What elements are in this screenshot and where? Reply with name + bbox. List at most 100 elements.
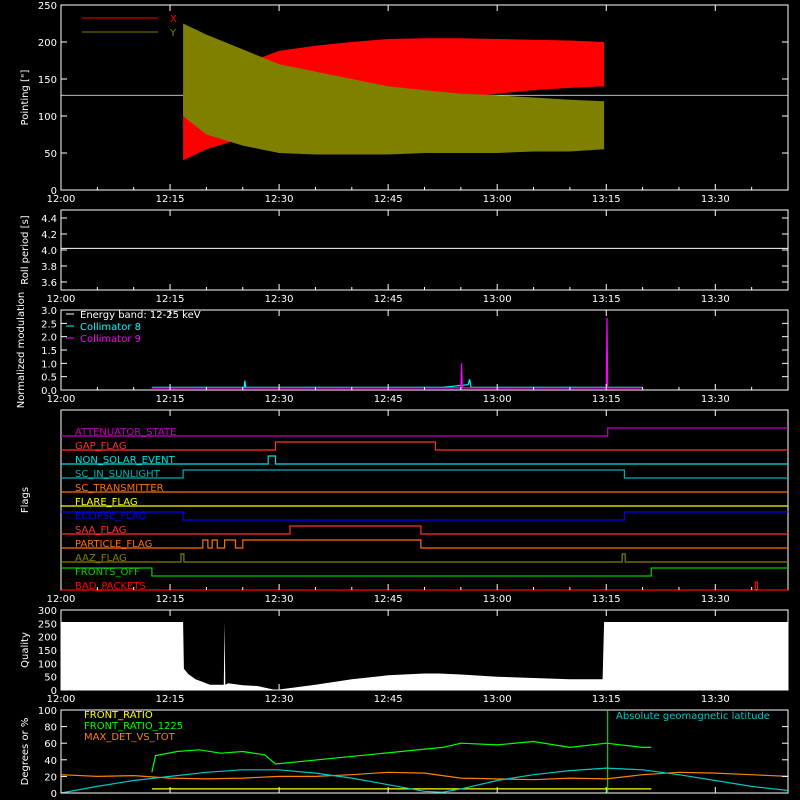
flag-label-flare-flag: FLARE_FLAG [75, 497, 138, 508]
pointing-ytick-label: 150 [38, 75, 57, 86]
degrees-ytick-label: 100 [38, 706, 57, 717]
quality-ylabel: Quality [20, 632, 31, 668]
pointing-ylabel: Pointing ["] [20, 69, 31, 125]
roll-period-ytick-label: 3.8 [41, 262, 57, 273]
legend-label-y: Y [169, 28, 177, 39]
roll-period-xtick-label: 13:15 [592, 294, 621, 305]
modulation-xtick-label: 12:15 [156, 394, 185, 405]
flags-xtick-label: 13:00 [483, 594, 512, 605]
flag-trace-eclipse-flag [61, 511, 788, 521]
pointing-xtick-label: 12:45 [374, 194, 403, 205]
modulation-ytick-label: 1.5 [41, 346, 57, 357]
modulation-xtick-label: 12:30 [265, 394, 294, 405]
degrees-ytick-label: 0 [51, 789, 57, 800]
flag-label-aaz-flag: AAZ_FLAG [75, 553, 127, 564]
flag-trace-fronts-off [61, 567, 788, 577]
modulation-ytick-label: 2.0 [41, 333, 57, 344]
flags-ylabel: Flags [20, 487, 31, 513]
pointing-xtick-label: 13:00 [483, 194, 512, 205]
modulation-ylabel: Normalized modulation [16, 292, 27, 409]
roll-period-xtick-label: 12:15 [156, 294, 185, 305]
modulation-legend-item: Collimator 9 [80, 334, 141, 345]
modulation-frame [60, 309, 789, 391]
roll-period-xtick-label: 12:45 [374, 294, 403, 305]
flag-label-gap-flag: GAP_FLAG [75, 441, 127, 452]
flag-label-sc-transmitter: SC_TRANSMITTER [75, 483, 164, 494]
flag-trace-saa-flag [61, 525, 788, 535]
quality-xtick-label: 12:15 [156, 694, 185, 705]
degrees-series-front-ratio-1225 [151, 740, 652, 773]
pointing-xtick-label: 13:15 [592, 194, 621, 205]
pointing-xtick-label: 12:30 [265, 194, 294, 205]
modulation-legend-item: Energy band: 12-25 keV [80, 310, 201, 321]
flag-label-eclipse-flag: ECLIPSE_FLAG [75, 511, 146, 522]
modulation-xtick-label: 12:00 [47, 394, 76, 405]
roll-period-ylabel: Roll period [s] [20, 215, 31, 284]
quality-xtick-label: 13:30 [701, 694, 730, 705]
quality-ytick-label: 300 [38, 606, 57, 617]
geomag-annotation: Absolute geomagnetic latitude [616, 711, 770, 722]
flag-trace-gap-flag [61, 441, 788, 451]
roll-period-xtick-label: 13:30 [701, 294, 730, 305]
roll-period-frame [60, 209, 789, 291]
quality-xtick-label: 13:15 [592, 694, 621, 705]
quality-xtick-label: 12:30 [265, 694, 294, 705]
flag-label-bad-packets: BAD_PACKETS [75, 581, 146, 592]
degrees-ylabel: Degrees or % [20, 718, 31, 786]
quality-xtick-label: 12:00 [47, 694, 76, 705]
modulation-xtick-label: 13:15 [592, 394, 621, 405]
modulation-xtick-label: 13:00 [483, 394, 512, 405]
modulation-ytick-label: 0.5 [41, 373, 57, 384]
quality-ytick-label: 150 [38, 646, 57, 657]
modulation-ytick-label: 2.5 [41, 319, 57, 330]
flag-label-sc-in-sunlight: SC_IN_SUNLIGHT [75, 469, 161, 480]
modulation-xtick-label: 12:45 [374, 394, 403, 405]
quality-xtick-label: 13:00 [483, 694, 512, 705]
roll-period-ytick-label: 4.2 [41, 230, 57, 241]
flags-xtick-label: 12:30 [265, 594, 294, 605]
quality-area [61, 622, 788, 690]
quality-xtick-label: 12:45 [374, 694, 403, 705]
flags-xtick-label: 13:30 [701, 594, 730, 605]
modulation-series-collimator9 [151, 317, 643, 389]
degrees-ytick-label: 80 [44, 723, 57, 734]
degrees-legend-item: FRONT_RATIO [84, 710, 153, 721]
flag-trace-particle-flag [61, 539, 788, 549]
degrees-legend-item: MAX_DET_VS_TOT [84, 732, 176, 743]
roll-period-xtick-label: 12:00 [47, 294, 76, 305]
flag-trace-sc-in-sunlight [61, 469, 788, 479]
quality-ytick-label: 250 [38, 619, 57, 630]
quality-ytick-label: 100 [38, 659, 57, 670]
pointing-xtick-label: 12:15 [156, 194, 185, 205]
pointing-xtick-label: 12:00 [47, 194, 76, 205]
degrees-ytick-label: 40 [44, 756, 57, 767]
flags-xtick-label: 13:15 [592, 594, 621, 605]
pointing-ytick-label: 100 [38, 112, 57, 123]
flags-xtick-label: 12:15 [156, 594, 185, 605]
modulation-ytick-label: 1.0 [41, 359, 57, 370]
flags-xtick-label: 12:45 [374, 594, 403, 605]
legend-label-x: X [170, 14, 177, 25]
roll-period-ytick-label: 4.0 [41, 246, 57, 257]
degrees-legend-item: FRONT_RATIO_1225 [84, 721, 183, 732]
modulation-legend-item: Collimator 8 [80, 322, 141, 333]
pointing-ytick-label: 200 [38, 38, 57, 49]
pointing-ytick-label: 250 [38, 1, 57, 12]
flag-label-non-solar-event: NON_SOLAR_EVENT [75, 455, 176, 466]
degrees-ytick-label: 60 [44, 739, 57, 750]
quality-ytick-label: 50 [44, 673, 57, 684]
flag-label-saa-flag: SAA_FLAG [75, 525, 126, 536]
pointing-ytick-label: 50 [44, 149, 57, 160]
degrees-ytick-label: 20 [44, 772, 57, 783]
stacked-charts-figure: 0 50 100 150 200 250 12:00 12:15 12:30 12:45 13:00… [16, 1, 789, 800]
flags-xtick-label: 12:00 [47, 594, 76, 605]
modulation-ytick-label: 3.0 [41, 306, 57, 317]
pointing-xtick-label: 13:30 [701, 194, 730, 205]
flag-trace-aaz-flag [61, 553, 788, 563]
modulation-xtick-label: 13:30 [701, 394, 730, 405]
roll-period-xtick-label: 12:30 [265, 294, 294, 305]
roll-period-xtick-label: 13:00 [483, 294, 512, 305]
flag-label-fronts-off: FRONTS_OFF [75, 567, 140, 578]
roll-period-ytick-label: 3.6 [41, 278, 57, 289]
quality-ytick-label: 200 [38, 633, 57, 644]
